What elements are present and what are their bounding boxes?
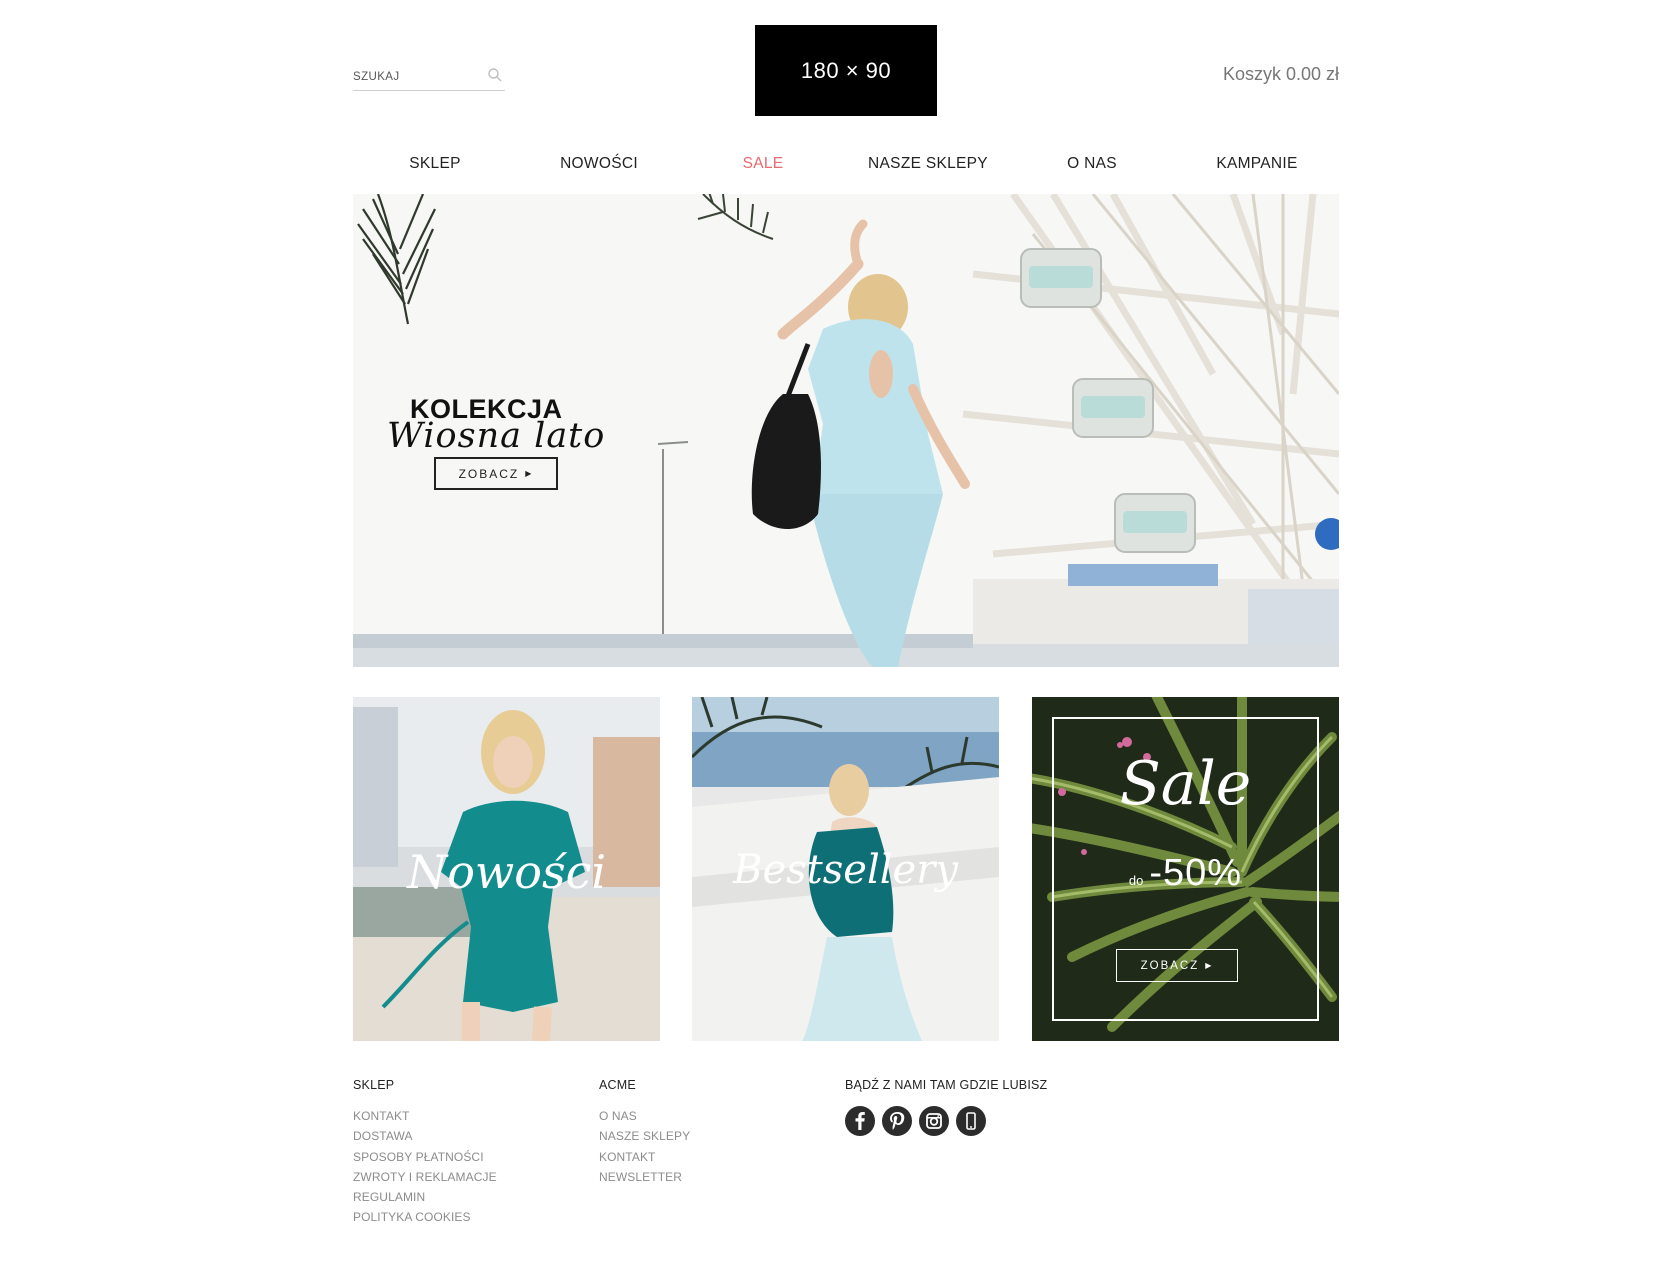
sale-percent: -50% — [1149, 852, 1243, 894]
tile-nowosci[interactable]: Nowości — [353, 697, 660, 1041]
search-input[interactable]: SZUKAJ — [353, 71, 400, 83]
footer-heading: ACME — [599, 1078, 636, 1092]
footer-col-social: BĄDŹ Z NAMI TAM GDZIE LUBISZ — [845, 1078, 1047, 1136]
site-header: SZUKAJ 180 × 90 Koszyk 0.00 zł — [353, 25, 1339, 117]
instagram-icon[interactable] — [919, 1106, 949, 1136]
category-tiles: Nowości Bestsellery Sale do -50% ZOBACZ … — [353, 697, 1339, 1041]
footer-link-zwroty[interactable]: ZWROTY I REKLAMACJE — [353, 1167, 497, 1187]
pinterest-icon[interactable] — [882, 1106, 912, 1136]
main-nav: SKLEP NOWOŚCI SALE NASZE SKLEPY O NAS KA… — [353, 155, 1339, 181]
play-arrow-icon: ▶ — [525, 469, 534, 478]
tile-bestsellery[interactable]: Bestsellery — [692, 697, 999, 1041]
tile-nowosci-label: Nowości — [406, 845, 607, 899]
sale-zobacz-button[interactable]: ZOBACZ ▶ — [1116, 949, 1238, 982]
mobile-icon[interactable] — [956, 1106, 986, 1136]
sale-discount: do -50% — [1032, 852, 1339, 895]
cart-link[interactable]: Koszyk 0.00 zł — [1223, 64, 1339, 85]
hero-zobacz-button[interactable]: ZOBACZ ▶ — [434, 457, 558, 490]
footer-col-sklep: SKLEP KONTAKT DOSTAWA SPOSOBY PŁATNOŚCI … — [353, 1078, 497, 1228]
logo-text: 180 × 90 — [800, 57, 892, 83]
search-field[interactable]: SZUKAJ — [353, 65, 505, 91]
social-links — [845, 1106, 1047, 1136]
tile-sale-label: Sale — [1119, 749, 1252, 819]
footer-heading: BĄDŹ Z NAMI TAM GDZIE LUBISZ — [845, 1078, 1048, 1092]
footer-link-cookies[interactable]: POLITYKA COOKIES — [353, 1207, 497, 1227]
hero-button-label: ZOBACZ — [458, 466, 520, 481]
site-footer: SKLEP KONTAKT DOSTAWA SPOSOBY PŁATNOŚCI … — [353, 1078, 1339, 1238]
nav-item-nowosci[interactable]: NOWOŚCI — [517, 155, 681, 173]
sale-prefix: do — [1128, 873, 1144, 888]
site-logo[interactable]: 180 × 90 — [755, 25, 937, 116]
hero-banner[interactable]: KOLEKCJA Wiosna lato ZOBACZ ▶ — [353, 194, 1339, 667]
search-icon[interactable] — [487, 67, 503, 83]
nav-item-kampanie[interactable]: KAMPANIE — [1175, 155, 1339, 173]
footer-link-regulamin[interactable]: REGULAMIN — [353, 1187, 497, 1207]
tile-sale[interactable]: Sale do -50% ZOBACZ ▶ — [1032, 697, 1339, 1041]
play-arrow-icon: ▶ — [1205, 961, 1214, 970]
tile-bestsellery-label: Bestsellery — [733, 847, 958, 893]
nav-item-o-nas[interactable]: O NAS — [1010, 155, 1174, 173]
footer-link-newsletter[interactable]: NEWSLETTER — [599, 1167, 690, 1187]
sale-button-label: ZOBACZ — [1140, 959, 1200, 972]
footer-link-nasze-sklepy[interactable]: NASZE SKLEPY — [599, 1126, 690, 1146]
footer-link-dostawa[interactable]: DOSTAWA — [353, 1126, 497, 1146]
nav-item-sale[interactable]: SALE — [681, 155, 845, 173]
footer-link-o-nas[interactable]: O NAS — [599, 1106, 690, 1126]
footer-link-kontakt[interactable]: KONTAKT — [353, 1106, 497, 1126]
facebook-icon[interactable] — [845, 1106, 875, 1136]
nav-item-nasze-sklepy[interactable]: NASZE SKLEPY — [846, 155, 1010, 173]
nav-item-sklep[interactable]: SKLEP — [353, 155, 517, 173]
footer-heading: SKLEP — [353, 1078, 395, 1092]
footer-link-kontakt-acme[interactable]: KONTAKT — [599, 1147, 690, 1167]
hero-subtitle: Wiosna lato — [387, 416, 606, 456]
footer-col-acme: ACME O NAS NASZE SKLEPY KONTAKT NEWSLETT… — [599, 1078, 690, 1187]
footer-link-platnosci[interactable]: SPOSOBY PŁATNOŚCI — [353, 1147, 497, 1167]
